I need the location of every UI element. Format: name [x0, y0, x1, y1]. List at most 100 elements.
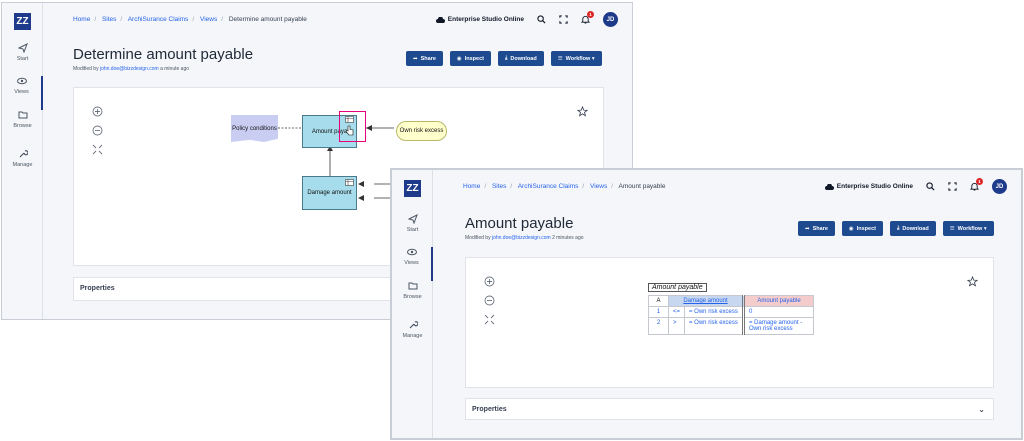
share-label: Share — [420, 55, 436, 62]
share-button[interactable]: ➦ Share — [406, 51, 443, 66]
sidebar-item-browse[interactable]: Browse — [392, 281, 433, 315]
send-icon — [17, 43, 28, 53]
modified-user-link[interactable]: john.doe@bizzdesign.com — [100, 66, 159, 72]
breadcrumb-views[interactable]: Views — [200, 16, 217, 23]
fit-to-screen-icon[interactable] — [484, 314, 495, 325]
rule-input: = Own risk excess — [684, 317, 745, 335]
breadcrumb-sites[interactable]: Sites — [492, 183, 506, 190]
notification-badge: 1 — [587, 11, 594, 18]
input-header[interactable]: Damage amount — [668, 295, 745, 307]
fullscreen-icon[interactable] — [948, 182, 957, 191]
chevron-down-icon[interactable]: ⌄ — [978, 405, 985, 414]
breadcrumb: Home / Sites / ArchiSurance Claims / Views /… — [73, 16, 307, 23]
table-icon[interactable] — [345, 179, 354, 186]
search-icon[interactable] — [926, 182, 935, 191]
inspect-button[interactable]: ◉ Inspect — [841, 221, 883, 236]
sidebar: ZZ Start Views Browse Manage — [2, 3, 43, 319]
notifications-button[interactable]: 1 — [969, 178, 983, 191]
download-button[interactable]: ⤓ Download — [889, 221, 936, 236]
breadcrumb-home[interactable]: Home — [73, 16, 90, 23]
app-logo[interactable]: ZZ — [14, 13, 31, 30]
org-name: Enterprise Studio Online — [836, 183, 913, 190]
breadcrumb: Home / Sites / ArchiSurance Claims / Views /… — [463, 183, 666, 190]
sidebar-item-views[interactable]: Views — [2, 76, 43, 110]
sidebar-item-start[interactable]: Start — [2, 43, 43, 77]
inspect-label: Inspect — [464, 55, 484, 62]
zoom-out-icon[interactable] — [484, 295, 495, 306]
breadcrumb-site[interactable]: ArchiSurance Claims — [128, 16, 189, 23]
fullscreen-icon[interactable] — [559, 15, 568, 24]
sidebar-item-views[interactable]: Views — [392, 247, 433, 281]
top-right-controls: Enterprise Studio Online 1 JD — [824, 178, 1007, 194]
top-bar: Home / Sites / ArchiSurance Claims / Views /… — [433, 170, 1021, 206]
rule-number: 1 — [648, 306, 669, 318]
own-risk-excess-node[interactable]: Own risk excess — [396, 121, 447, 141]
table-icon[interactable] — [345, 116, 354, 123]
workflow-button[interactable]: ☰ Workflow ▾ — [550, 51, 602, 66]
table-row[interactable]: 1 <= = Own risk excess 0 — [648, 306, 814, 318]
org-switcher[interactable]: Enterprise Studio Online — [435, 16, 524, 23]
modified-time: a minute ago — [160, 66, 190, 72]
share-label: Share — [812, 225, 828, 232]
action-buttons: ➦ Share ◉ Inspect ⤓ Download ☰ Workflow ▾ — [798, 221, 994, 236]
workflow-label: Workflow ▾ — [957, 225, 987, 232]
cursor-hand-icon — [345, 125, 354, 136]
rule-input: = Own risk excess — [684, 306, 745, 318]
cloud-icon — [435, 16, 445, 23]
breadcrumb-views[interactable]: Views — [590, 183, 607, 190]
decision-table-title: Amount payable — [648, 283, 707, 292]
org-switcher[interactable]: Enterprise Studio Online — [824, 183, 913, 190]
eye-icon: ◉ — [456, 55, 462, 62]
top-bar: Home / Sites / ArchiSurance Claims / Views /… — [43, 3, 632, 39]
sidebar-item-browse[interactable]: Browse — [2, 110, 43, 144]
breadcrumb-current: Determine amount payable — [228, 16, 307, 23]
modified-user-link[interactable]: john.doe@bizzdesign.com — [492, 235, 551, 241]
avatar[interactable]: JD — [992, 179, 1007, 194]
download-icon: ⤓ — [896, 225, 900, 231]
sidebar-item-label: Start — [406, 227, 419, 233]
eye-icon — [16, 77, 27, 85]
sidebar-item-start[interactable]: Start — [392, 214, 433, 248]
action-buttons: ➦ Share ◉ Inspect ⤓ Download ☰ Workflow ▾ — [406, 51, 602, 66]
decision-table-canvas[interactable]: Amount payable A Damage amount Amount pa… — [465, 257, 994, 388]
properties-panel[interactable]: Properties ⌄ — [465, 398, 994, 420]
eye-icon: ◉ — [848, 225, 854, 232]
table-header-row: A Damage amount Amount payable — [648, 295, 814, 307]
sidebar-item-manage[interactable]: Manage — [392, 320, 433, 354]
sidebar-item-label: Views — [404, 260, 419, 266]
download-button[interactable]: ⤓ Download — [497, 51, 544, 66]
breadcrumb-current: Amount payable — [618, 183, 666, 190]
breadcrumb-site[interactable]: ArchiSurance Claims — [518, 183, 579, 190]
send-icon — [407, 214, 418, 224]
output-header[interactable]: Amount payable — [743, 295, 814, 307]
sidebar-item-label: Browse — [13, 123, 32, 129]
workflow-button[interactable]: ☰ Workflow ▾ — [942, 221, 994, 236]
star-icon[interactable] — [967, 276, 978, 287]
modified-info: Modified by john.doe@bizzdesign.com 2 mi… — [465, 235, 584, 241]
rule-output: = Damage amount - Own risk excess — [743, 317, 814, 335]
sidebar-item-label: Browse — [403, 294, 422, 300]
folder-icon — [18, 111, 27, 119]
sidebar-item-manage[interactable]: Manage — [2, 149, 43, 183]
cloud-icon — [824, 183, 834, 190]
wrench-icon — [409, 321, 418, 329]
hit-policy-cell: A — [648, 295, 669, 307]
sidebar-item-label: Manage — [12, 162, 33, 168]
eye-icon — [406, 248, 417, 256]
share-button[interactable]: ➦ Share — [798, 221, 835, 236]
modified-info: Modified by john.doe@bizzdesign.com a mi… — [73, 66, 189, 72]
breadcrumb-sites[interactable]: Sites — [102, 16, 116, 23]
breadcrumb-home[interactable]: Home — [463, 183, 480, 190]
zoom-in-icon[interactable] — [484, 276, 495, 287]
inspect-button[interactable]: ◉ Inspect — [449, 51, 491, 66]
policy-conditions-node[interactable]: Policy conditions — [231, 115, 278, 142]
rule-operator: <= — [667, 306, 686, 318]
page-title: Determine amount payable — [73, 46, 254, 63]
app-logo[interactable]: ZZ — [404, 180, 421, 197]
search-icon[interactable] — [537, 15, 546, 24]
sidebar: ZZ Start Views Browse Manage — [392, 170, 433, 438]
notifications-button[interactable]: 1 — [580, 11, 594, 24]
avatar[interactable]: JD — [603, 12, 618, 27]
decision-table-window: ZZ Start Views Browse Manage Home / Sites… — [391, 169, 1022, 439]
table-row[interactable]: 2 > = Own risk excess = Damage amount - … — [648, 317, 814, 335]
